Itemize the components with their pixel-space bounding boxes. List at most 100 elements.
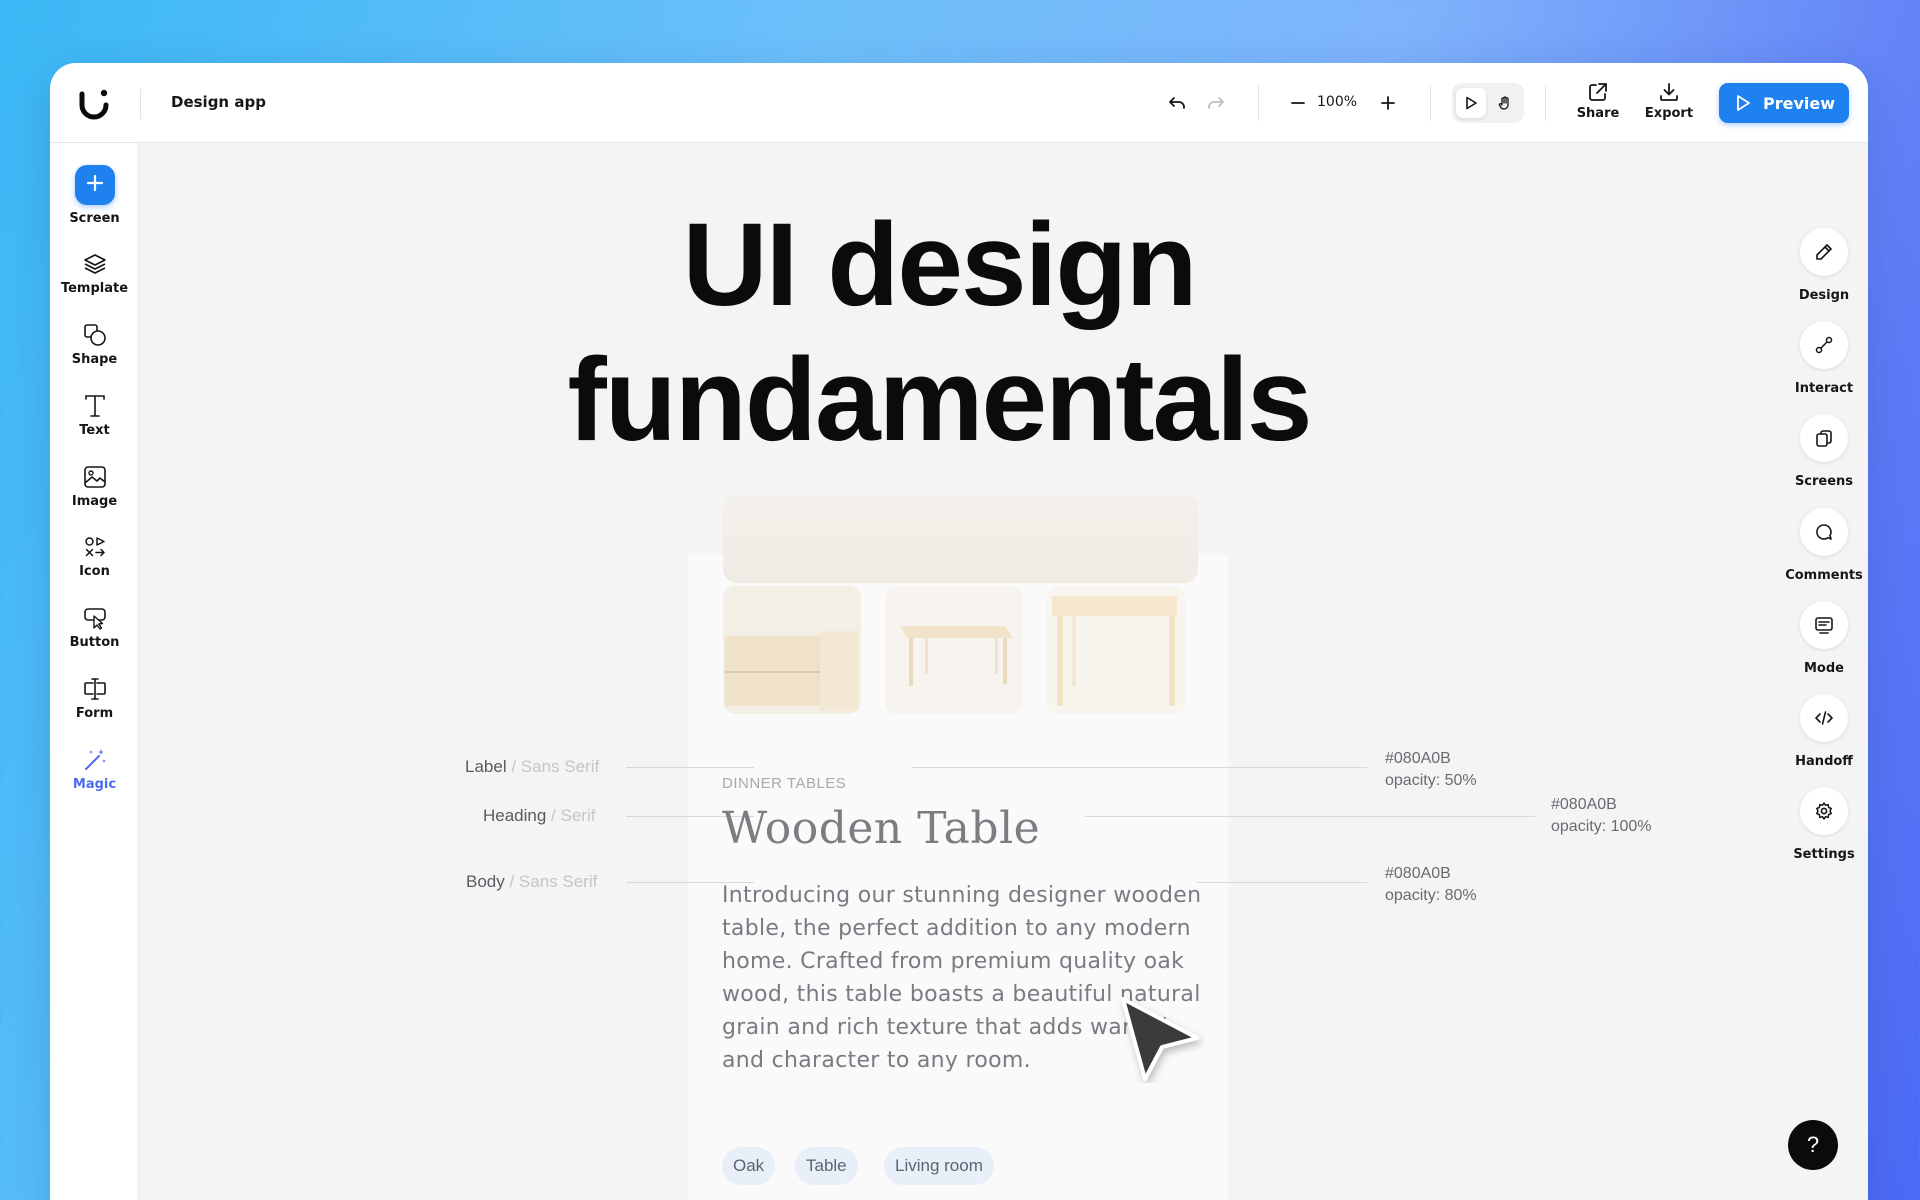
- undo-icon[interactable]: [1162, 88, 1192, 118]
- tag-chip[interactable]: Oak: [722, 1147, 776, 1185]
- help-button[interactable]: ?: [1788, 1120, 1838, 1170]
- panel-item-label: Handoff: [1795, 754, 1853, 769]
- tag-chip[interactable]: Living room: [884, 1147, 994, 1185]
- panel-item-label: Interact: [1794, 381, 1854, 396]
- icons-icon: [84, 537, 105, 557]
- mouse-cursor-icon: [1115, 993, 1205, 1083]
- spec-name: Label: [465, 757, 507, 776]
- share-button[interactable]: Share: [1568, 81, 1628, 121]
- app-window: Design app 100% Share Export Preview Scr…: [50, 63, 1868, 1200]
- spec-heading-row: Heading / Serif: [483, 806, 595, 826]
- sample-label-text[interactable]: DINNER TABLES: [722, 775, 846, 792]
- right-panel: Design Interact Screens Comments Mode Ha…: [1780, 143, 1868, 1200]
- product-thumbnail[interactable]: [1047, 586, 1185, 714]
- spec-separator: /: [504, 872, 519, 891]
- text-icon: [84, 395, 105, 417]
- top-bar: Design app 100% Share Export Preview: [50, 63, 1868, 143]
- sidebar-item-label: Template: [60, 281, 129, 296]
- play-icon: [1737, 95, 1750, 111]
- product-thumbnail[interactable]: [723, 586, 861, 714]
- spec-note-label: #080A0B opacity: 50%: [1385, 748, 1477, 792]
- sidebar-item-label: Screen: [69, 211, 120, 226]
- product-main-image: [723, 495, 1198, 583]
- zoom-out-icon[interactable]: [1283, 88, 1313, 118]
- panel-item-label: Mode: [1804, 661, 1844, 676]
- app-title: Design app: [171, 93, 266, 111]
- product-thumbnail[interactable]: [885, 586, 1023, 714]
- redo-icon[interactable]: [1201, 88, 1231, 118]
- sidebar-item-button[interactable]: Button: [50, 605, 139, 650]
- panel-item-settings[interactable]: Settings: [1780, 787, 1868, 862]
- code-icon: [1800, 694, 1848, 742]
- screens-icon: [1800, 414, 1848, 462]
- spec-name: Body: [466, 872, 505, 891]
- sidebar-item-label: Icon: [79, 564, 110, 579]
- spec-color: #080A0B: [1385, 750, 1451, 767]
- app-logo[interactable]: [76, 85, 112, 121]
- panel-item-label: Settings: [1793, 847, 1855, 862]
- interact-icon: [1800, 321, 1848, 369]
- panel-item-design[interactable]: Design: [1780, 228, 1868, 303]
- spec-separator: /: [546, 806, 561, 825]
- sidebar-item-label: Form: [75, 706, 114, 721]
- sidebar-item-text[interactable]: Text: [50, 393, 139, 438]
- panel-item-label: Design: [1798, 288, 1850, 303]
- spec-connector-line: [1197, 882, 1367, 883]
- pointer-tool-button[interactable]: [1456, 88, 1486, 118]
- comment-icon: [1800, 508, 1848, 556]
- export-label: Export: [1644, 106, 1694, 121]
- spec-opacity: opacity: 50%: [1385, 772, 1477, 789]
- magic-wand-icon: [84, 749, 106, 770]
- panel-item-comments[interactable]: Comments: [1780, 508, 1868, 583]
- sidebar-item-label: Image: [71, 494, 118, 509]
- design-canvas[interactable]: UI design fundamentals Label / Sans Seri…: [139, 143, 1780, 1200]
- panel-item-label: Screens: [1794, 474, 1854, 489]
- shapes-icon: [83, 324, 106, 346]
- tool-toggle-group: [1452, 83, 1524, 123]
- layers-icon: [83, 254, 106, 274]
- gear-icon: [1800, 787, 1848, 835]
- preview-label: Preview: [1762, 93, 1835, 113]
- zoom-in-icon[interactable]: [1373, 88, 1403, 118]
- preview-button[interactable]: Preview: [1719, 83, 1849, 123]
- plus-icon: [74, 165, 115, 205]
- sample-heading-text[interactable]: Wooden Table: [722, 803, 1040, 854]
- sidebar-item-label: Button: [69, 635, 120, 650]
- share-label: Share: [1576, 106, 1620, 121]
- divider: [140, 89, 141, 119]
- title-line-2: fundamentals: [567, 334, 1312, 466]
- left-sidebar: Screen Template Shape Text Image Icon Bu…: [50, 143, 139, 1200]
- download-icon: [1660, 83, 1678, 101]
- export-button[interactable]: Export: [1639, 81, 1699, 121]
- spec-body-row: Body / Sans Serif: [466, 872, 597, 892]
- sidebar-item-image[interactable]: Image: [50, 464, 139, 509]
- panel-item-interact[interactable]: Interact: [1780, 321, 1868, 396]
- sidebar-item-form[interactable]: Form: [50, 676, 139, 721]
- sidebar-item-label: Magic: [72, 777, 117, 792]
- canvas-title: UI design fundamentals: [439, 198, 1439, 468]
- hand-tool-button[interactable]: [1490, 88, 1520, 118]
- spec-note-body: #080A0B opacity: 80%: [1385, 863, 1477, 907]
- divider: [1258, 85, 1259, 121]
- sidebar-item-icon[interactable]: Icon: [50, 534, 139, 579]
- mode-icon: [1800, 601, 1848, 649]
- sidebar-item-magic[interactable]: Magic: [50, 747, 139, 792]
- panel-item-handoff[interactable]: Handoff: [1780, 694, 1868, 769]
- sidebar-item-screen[interactable]: Screen: [50, 165, 139, 226]
- divider: [1545, 85, 1546, 121]
- spec-separator: /: [506, 757, 521, 776]
- spec-opacity: opacity: 80%: [1385, 887, 1477, 904]
- spec-opacity: opacity: 100%: [1551, 818, 1652, 835]
- spec-note-heading: #080A0B opacity: 100%: [1551, 794, 1652, 838]
- sidebar-item-template[interactable]: Template: [50, 251, 139, 296]
- zoom-level[interactable]: 100%: [1317, 94, 1357, 110]
- tag-chip[interactable]: Table: [795, 1147, 858, 1185]
- sidebar-item-shape[interactable]: Shape: [50, 322, 139, 367]
- button-icon: [83, 608, 106, 630]
- panel-item-mode[interactable]: Mode: [1780, 601, 1868, 676]
- sidebar-item-label: Text: [79, 423, 110, 438]
- spec-font: Serif: [560, 806, 596, 825]
- spec-font: Sans Serif: [520, 757, 600, 776]
- panel-item-screens[interactable]: Screens: [1780, 414, 1868, 489]
- pencil-icon: [1800, 228, 1848, 276]
